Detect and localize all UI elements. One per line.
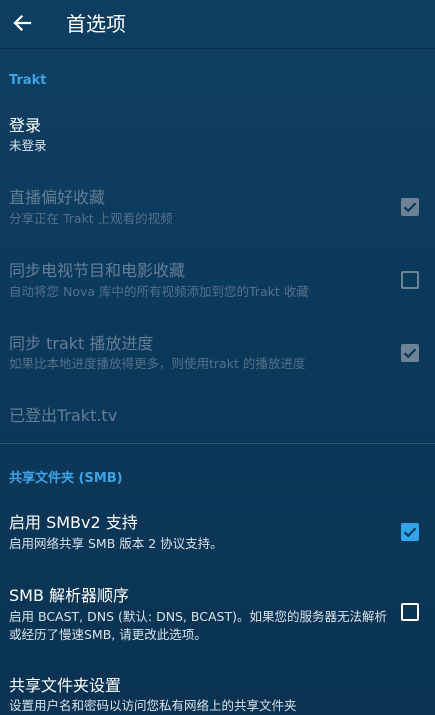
pref-title: 已登出Trakt.tv bbox=[9, 406, 118, 425]
pref-title: 同步 trakt 播放进度 bbox=[9, 334, 154, 353]
back-button[interactable] bbox=[6, 6, 38, 40]
live-favorites-checkbox bbox=[401, 198, 419, 216]
page-title: 首选项 bbox=[66, 12, 126, 36]
pref-title: 同步电视节目和电影收藏 bbox=[9, 261, 186, 280]
smbv2-checkbox[interactable] bbox=[401, 523, 419, 541]
sync-collection-checkbox bbox=[401, 271, 419, 289]
check-icon bbox=[403, 202, 417, 213]
smb-resolver-checkbox[interactable] bbox=[401, 603, 419, 621]
section-divider bbox=[0, 443, 435, 444]
check-icon bbox=[403, 527, 417, 538]
pref-title: 登录 bbox=[9, 116, 42, 135]
pref-title: SMB 解析器顺序 bbox=[9, 586, 130, 605]
pref-subtitle: 启用 BCAST, DNS (默认: DNS, BCAST)。如果您的服务器无法… bbox=[9, 609, 388, 642]
section-header-trakt: Trakt bbox=[9, 73, 47, 88]
check-icon bbox=[403, 348, 417, 359]
sync-progress-checkbox bbox=[401, 344, 419, 362]
app-bar: 首选项 bbox=[0, 0, 435, 48]
section-header-smb: 共享文件夹 (SMB) bbox=[9, 471, 123, 486]
pref-title: 直播偏好收藏 bbox=[9, 188, 106, 207]
pref-subtitle: 如果比本地进度播放得更多，则使用trakt 的播放进度 bbox=[9, 356, 306, 371]
arrow-left-icon bbox=[12, 13, 32, 33]
pref-subtitle: 自动将您 Nova 库中的所有视频添加到您的Trakt 收藏 bbox=[9, 284, 309, 299]
pref-subtitle: 启用网络共享 SMB 版本 2 协议支持。 bbox=[9, 536, 223, 551]
pref-subtitle: 未登录 bbox=[9, 138, 47, 153]
pref-subtitle: 分享正在 Trakt 上观看的视频 bbox=[9, 211, 173, 226]
pref-title: 启用 SMBv2 支持 bbox=[9, 513, 138, 532]
pref-title: 共享文件夹设置 bbox=[9, 676, 122, 695]
pref-subtitle: 设置用户名和密码以访问您私有网络上的共享文件夹 bbox=[9, 698, 297, 713]
